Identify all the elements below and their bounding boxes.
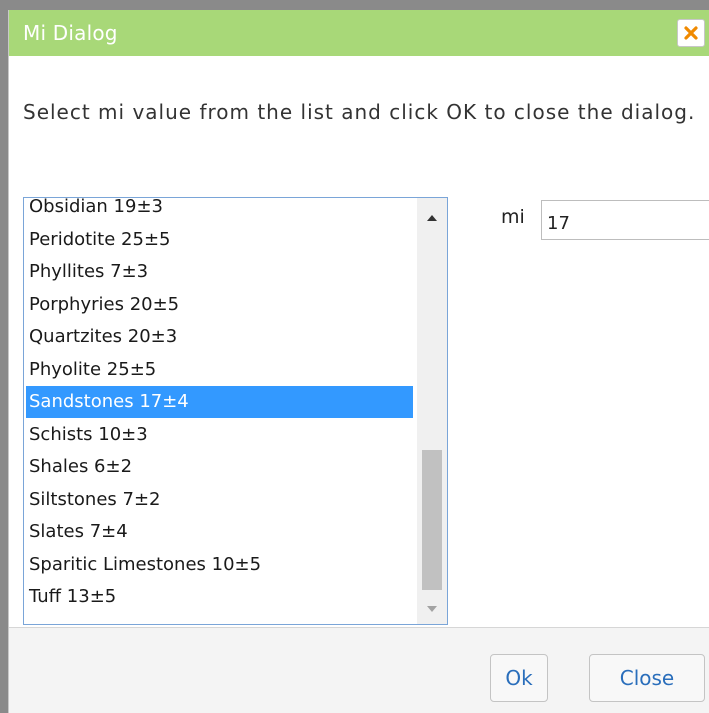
list-item[interactable]: Sandstones 17±4 — [26, 386, 413, 418]
list-item[interactable]: Slates 7±4 — [26, 516, 413, 548]
close-button[interactable]: Close — [589, 654, 705, 702]
triangle-down-icon — [427, 606, 437, 612]
dialog-message: Select mi value from the list and click … — [23, 100, 696, 124]
list-item[interactable]: Quartzites 20±3 — [26, 321, 413, 353]
dialog-title: Mi Dialog — [23, 21, 118, 45]
dialog-titlebar[interactable]: Mi Dialog — [9, 10, 709, 56]
scroll-thumb[interactable] — [422, 450, 442, 590]
list-item[interactable]: Siltstones 7±2 — [26, 484, 413, 516]
scroll-down-button[interactable] — [417, 598, 447, 620]
scroll-up-button[interactable] — [417, 206, 447, 228]
list-item[interactable]: Porphyries 20±5 — [26, 289, 413, 321]
list-item[interactable]: Phyllites 7±3 — [26, 256, 413, 288]
dialog-close-button[interactable] — [677, 19, 705, 47]
list-item[interactable]: Phyolite 25±5 — [26, 354, 413, 386]
mi-input[interactable] — [541, 200, 709, 240]
mi-label: mi — [501, 206, 525, 228]
list-item[interactable]: Tuff 13±5 — [26, 581, 413, 613]
listbox-scrollbar[interactable] — [417, 198, 447, 624]
list-item[interactable]: Schists 10±3 — [26, 419, 413, 451]
dialog-footer: Ok Close — [9, 627, 709, 713]
list-item[interactable]: Obsidian 19±3 — [26, 198, 413, 223]
ok-button[interactable]: Ok — [490, 654, 548, 702]
triangle-up-icon — [427, 215, 437, 221]
mi-dialog: Mi Dialog Select mi value from the list … — [8, 10, 709, 713]
mi-listbox[interactable]: Obsidian 19±3 Peridotite 25±5 Phyllites 7±… — [23, 197, 448, 625]
close-x-icon — [684, 26, 698, 40]
list-item[interactable]: Peridotite 25±5 — [26, 224, 413, 256]
list-item[interactable]: Shales 6±2 — [26, 451, 413, 483]
list-item[interactable]: Sparitic Limestones 10±5 — [26, 549, 413, 581]
